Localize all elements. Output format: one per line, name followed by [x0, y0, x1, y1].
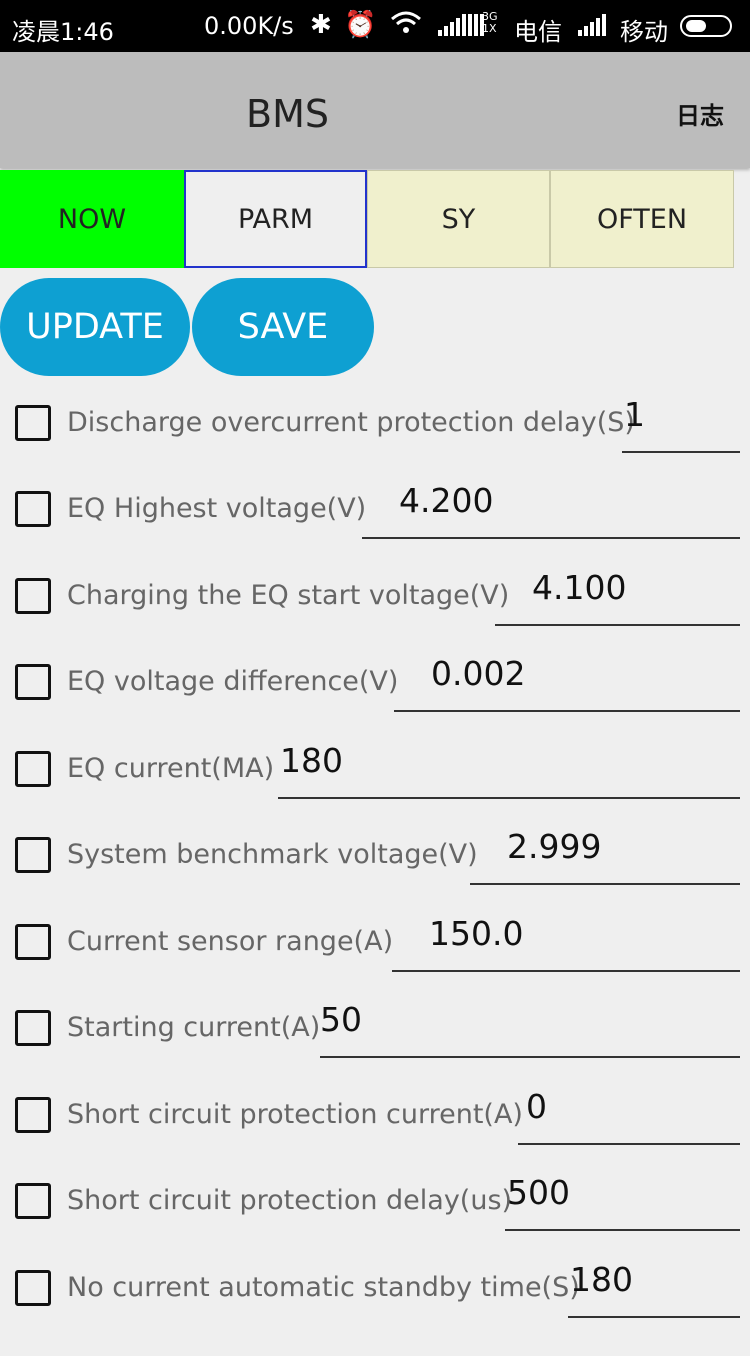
carrier-1: 电信: [514, 18, 562, 46]
param-value: 0.002: [431, 654, 526, 693]
param-checkbox[interactable]: [15, 1270, 51, 1306]
signal-icon: [438, 14, 484, 36]
save-button[interactable]: SAVE: [192, 278, 374, 376]
param-row: No current automatic standby time(S) 180: [0, 1260, 750, 1356]
param-checkbox[interactable]: [15, 405, 51, 441]
param-value: 150.0: [429, 914, 524, 953]
bluetooth-icon: ✱: [310, 10, 332, 40]
param-label: Current sensor range(A): [67, 926, 394, 957]
param-value-field[interactable]: 4.100: [495, 568, 740, 626]
param-value: 500: [507, 1173, 570, 1212]
param-value: 0: [526, 1087, 547, 1126]
update-button[interactable]: UPDATE: [0, 278, 190, 376]
param-row: Starting current(A) 50: [0, 1000, 750, 1096]
param-label: EQ current(MA): [67, 753, 275, 784]
param-row: Discharge overcurrent protection delay(S…: [0, 395, 750, 491]
param-value: 2.999: [507, 827, 602, 866]
network-type: 3G 1X: [482, 10, 498, 35]
page-title: BMS: [246, 92, 329, 136]
tab-parm[interactable]: PARM: [184, 170, 367, 268]
param-row: Charging the EQ start voltage(V) 4.100: [0, 568, 750, 664]
battery-icon: [680, 15, 732, 37]
param-checkbox[interactable]: [15, 664, 51, 700]
param-label: No current automatic standby time(S): [67, 1272, 580, 1303]
param-checkbox[interactable]: [15, 1010, 51, 1046]
status-bar: 凌晨1:46 0.00K/s ✱ ⏰ 3G 1X 电信 移动: [0, 0, 750, 52]
param-value-field[interactable]: 2.999: [470, 827, 740, 885]
param-checkbox[interactable]: [15, 1097, 51, 1133]
param-row: EQ current(MA) 180: [0, 741, 750, 837]
param-value-field[interactable]: 150.0: [392, 914, 740, 972]
param-value-field[interactable]: 0: [518, 1087, 740, 1145]
status-time: 凌晨1:46: [12, 18, 114, 46]
param-checkbox[interactable]: [15, 1183, 51, 1219]
param-value: 180: [280, 741, 343, 780]
param-checkbox[interactable]: [15, 578, 51, 614]
param-value: 4.100: [532, 568, 627, 607]
param-label: Charging the EQ start voltage(V): [67, 580, 510, 611]
param-value-field[interactable]: 1: [622, 395, 740, 453]
param-value-field[interactable]: 500: [505, 1173, 740, 1231]
param-value: 50: [320, 1000, 362, 1039]
param-row: System benchmark voltage(V) 2.999: [0, 827, 750, 923]
param-label: Discharge overcurrent protection delay(S…: [67, 407, 635, 438]
param-checkbox[interactable]: [15, 751, 51, 787]
tab-often[interactable]: OFTEN: [550, 170, 734, 268]
param-value: 1: [624, 395, 645, 434]
param-value-field[interactable]: 180: [278, 741, 740, 799]
carrier-2: 移动: [620, 18, 668, 46]
param-row: Short circuit protection current(A) 0: [0, 1087, 750, 1183]
param-row: EQ voltage difference(V) 0.002: [0, 654, 750, 750]
param-row: Current sensor range(A) 150.0: [0, 914, 750, 1010]
signal-icon-2: [578, 14, 606, 36]
app-bar: BMS 日志: [0, 52, 750, 168]
param-label: Short circuit protection delay(us): [67, 1185, 513, 1216]
param-value-field[interactable]: 0.002: [394, 654, 740, 712]
tab-bar: NOW PARM SY OFTEN: [0, 170, 734, 268]
param-label: Starting current(A): [67, 1012, 321, 1043]
param-checkbox[interactable]: [15, 924, 51, 960]
param-value-field[interactable]: 180: [568, 1260, 740, 1318]
wifi-icon: [390, 10, 422, 43]
tab-sy[interactable]: SY: [367, 170, 550, 268]
param-label: System benchmark voltage(V): [67, 839, 478, 870]
param-label: Short circuit protection current(A): [67, 1099, 523, 1130]
param-label: EQ voltage difference(V): [67, 666, 399, 697]
log-button[interactable]: 日志: [676, 96, 724, 131]
alarm-icon: ⏰: [344, 10, 377, 40]
param-row: EQ Highest voltage(V) 4.200: [0, 481, 750, 577]
param-row: Short circuit protection delay(us) 500: [0, 1173, 750, 1269]
network-speed: 0.00K/s: [204, 12, 294, 40]
param-checkbox[interactable]: [15, 491, 51, 527]
tab-now[interactable]: NOW: [0, 170, 184, 268]
param-value-field[interactable]: 50: [320, 1000, 740, 1058]
param-value: 4.200: [399, 481, 494, 520]
param-value-field[interactable]: 4.200: [362, 481, 740, 539]
param-value: 180: [570, 1260, 633, 1299]
param-checkbox[interactable]: [15, 837, 51, 873]
param-label: EQ Highest voltage(V): [67, 493, 367, 524]
